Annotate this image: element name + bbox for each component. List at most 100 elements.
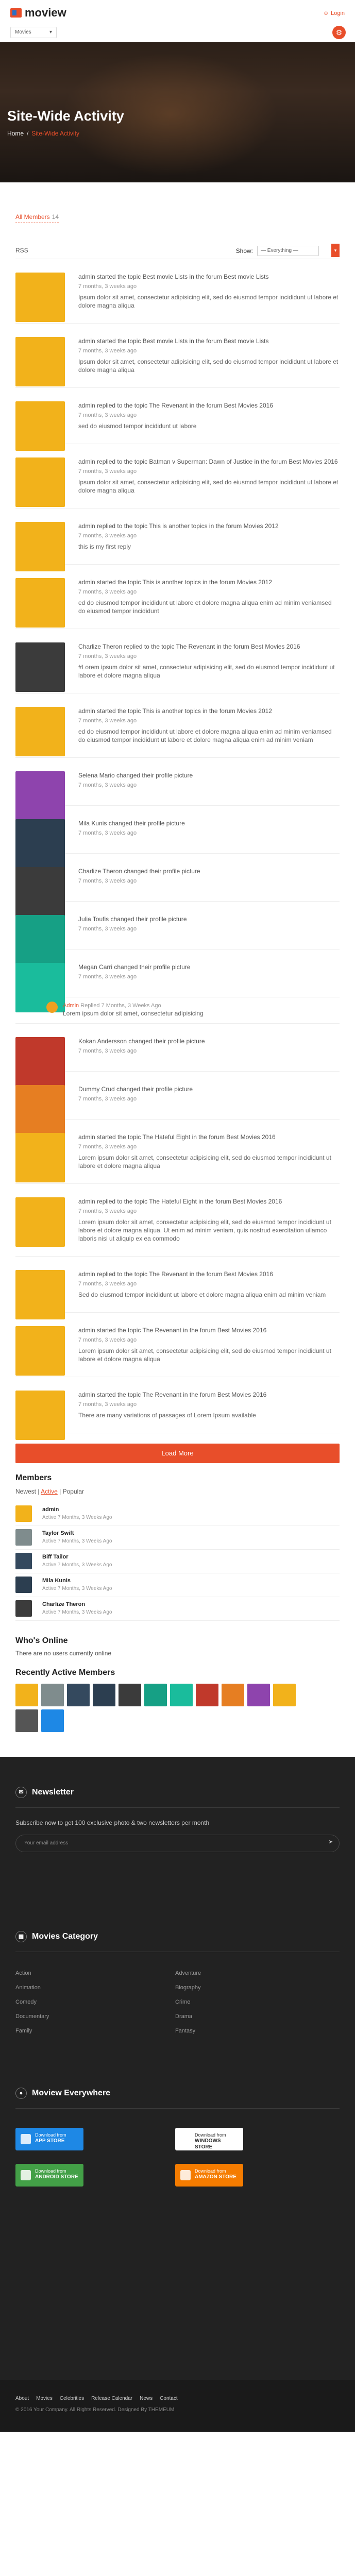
avatar[interactable] <box>119 1684 141 1706</box>
footer-nav-link[interactable]: Contact <box>160 2396 177 2401</box>
member-name[interactable]: Mila Kunis <box>42 1578 71 1584</box>
breadcrumb-home[interactable]: Home <box>7 130 24 137</box>
tab-popular[interactable]: Popular <box>63 1488 84 1495</box>
newsletter-section: ✉ Newsletter Subscribe now to get 100 exc… <box>15 1787 340 1852</box>
avatar[interactable] <box>46 1002 58 1013</box>
activity-body: Mila Kunis changed their profile picture… <box>78 819 340 838</box>
avatar[interactable] <box>273 1684 296 1706</box>
gear-icon[interactable]: ⚙ <box>332 26 346 39</box>
activity-timestamp: 7 months, 3 weeks ago <box>78 1281 137 1287</box>
avatar[interactable] <box>196 1684 218 1706</box>
avatar[interactable] <box>247 1684 270 1706</box>
category-column-1: Action Animation Comedy Documentary Family <box>15 1966 49 2038</box>
footer-nav-link[interactable]: News <box>140 2396 153 2401</box>
activity-header: admin replied to the topic The Revenant … <box>78 1270 273 1278</box>
footer-nav-link[interactable]: About <box>15 2396 29 2401</box>
activity-body: admin replied to the topic The Hateful E… <box>78 1197 340 1243</box>
avatar[interactable] <box>15 1505 32 1522</box>
category-link[interactable]: Biography <box>175 1980 201 1995</box>
category-link[interactable]: Adventure <box>175 1966 201 1980</box>
activity-body: Kokan Andersson changed their profile pi… <box>78 1037 340 1056</box>
avatar[interactable] <box>15 522 65 571</box>
avatar[interactable] <box>15 337 65 386</box>
member-name[interactable]: admin <box>42 1506 59 1513</box>
activity-header: Megan Carri changed their profile pictur… <box>78 963 191 971</box>
avatar[interactable] <box>15 457 65 507</box>
avatar[interactable] <box>15 1270 65 1319</box>
send-icon[interactable]: ➤ <box>329 1839 333 1845</box>
breadcrumb: Home / Site-Wide Activity <box>7 130 79 137</box>
activity-item: Dummy Crud changed their profile picture… <box>15 1072 340 1134</box>
category-link[interactable]: Comedy <box>15 1995 49 2009</box>
avatar[interactable] <box>15 1391 65 1440</box>
avatar[interactable] <box>15 1326 65 1376</box>
store-badge[interactable]: Download from ANDROID STORE <box>15 2164 83 2187</box>
avatar[interactable] <box>41 1684 64 1706</box>
user-icon: ☺ <box>323 10 329 16</box>
category-link[interactable]: Fantasy <box>175 2024 201 2038</box>
avatar[interactable] <box>15 707 65 756</box>
footer-nav-link[interactable]: Celebrities <box>60 2396 84 2401</box>
activity-timestamp: 7 months, 3 weeks ago <box>78 782 137 788</box>
recent-widget-title: Recently Active Members <box>15 1668 115 1677</box>
footer-nav: About Movies Celebrities Release Calendar Ne… <box>15 2396 178 2401</box>
avatar[interactable] <box>15 1577 32 1593</box>
avatar[interactable] <box>93 1684 115 1706</box>
category-link[interactable]: Drama <box>175 2009 201 2024</box>
activity-timestamp: 7 months, 3 weeks ago <box>78 974 137 980</box>
footer-nav-link[interactable]: Movies <box>36 2396 53 2401</box>
avatar[interactable] <box>15 578 65 628</box>
store-badge[interactable]: Download from WINDOWS STORE <box>175 2128 243 2150</box>
activity-body: admin replied to the topic This is anoth… <box>78 522 340 551</box>
tab-all-members[interactable]: All Members 14 <box>15 213 59 223</box>
avatar[interactable] <box>15 1600 32 1617</box>
chevron-down-icon[interactable]: ▾ <box>331 244 340 257</box>
activity-item: Kokan Andersson changed their profile pi… <box>15 1024 340 1087</box>
avatar[interactable] <box>15 1709 38 1732</box>
site-logo[interactable]: moview <box>10 6 66 20</box>
footer-nav-link[interactable]: Release Calendar <box>91 2396 132 2401</box>
avatar[interactable] <box>15 1553 32 1569</box>
avatar[interactable] <box>170 1684 193 1706</box>
login-link[interactable]: ☺ Login <box>323 10 345 16</box>
category-link[interactable]: Documentary <box>15 2009 49 2024</box>
rss-link[interactable]: RSS <box>15 247 28 254</box>
show-select[interactable]: — Everything — <box>257 246 319 256</box>
store-badge[interactable]: Download from AMAZON STORE <box>175 2164 243 2187</box>
recent-members-grid <box>15 1684 304 1732</box>
chevron-down-icon: ▾ <box>49 29 52 35</box>
category-link[interactable]: Family <box>15 2024 49 2038</box>
tab-newest[interactable]: Newest <box>15 1488 36 1495</box>
avatar[interactable] <box>15 1684 38 1706</box>
activity-timestamp: 7 months, 3 weeks ago <box>78 468 137 474</box>
category-select[interactable]: Movies ▾ <box>10 27 57 38</box>
load-more-button[interactable]: Load More <box>15 1444 340 1463</box>
avatar[interactable] <box>15 1133 65 1182</box>
avatar[interactable] <box>15 401 65 451</box>
activity-timestamp: 7 months, 3 weeks ago <box>78 533 137 539</box>
member-name[interactable]: Biff Tailor <box>42 1554 69 1560</box>
avatar[interactable] <box>222 1684 244 1706</box>
avatar[interactable] <box>67 1684 90 1706</box>
category-link[interactable]: Action <box>15 1966 49 1980</box>
activity-text: this is my first reply <box>78 543 131 550</box>
member-name[interactable]: Taylor Swift <box>42 1530 74 1536</box>
avatar[interactable] <box>15 273 65 322</box>
avatar[interactable] <box>144 1684 167 1706</box>
activity-item: Mila Kunis changed their profile picture… <box>15 806 340 869</box>
member-name[interactable]: Charlize Theron <box>42 1601 85 1607</box>
activity-timestamp: 7 months, 3 weeks ago <box>78 878 137 884</box>
activity-text: sed do eiusmod tempor incididunt ut labo… <box>78 422 197 430</box>
category-link[interactable]: Crime <box>175 1995 201 2009</box>
avatar[interactable] <box>15 642 65 692</box>
category-column-2: Adventure Biography Crime Drama Fantasy <box>175 1966 201 2038</box>
newsletter-email-input[interactable]: Your email address ➤ <box>15 1835 340 1852</box>
members-widget-title: Members <box>15 1473 52 1482</box>
store-badge[interactable]: Download from APP STORE <box>15 2128 83 2150</box>
avatar[interactable] <box>41 1709 64 1732</box>
page-title: Site-Wide Activity <box>7 108 124 124</box>
tab-active[interactable]: Active <box>41 1488 58 1495</box>
category-link[interactable]: Animation <box>15 1980 49 1995</box>
avatar[interactable] <box>15 1529 32 1546</box>
avatar[interactable] <box>15 1197 65 1247</box>
